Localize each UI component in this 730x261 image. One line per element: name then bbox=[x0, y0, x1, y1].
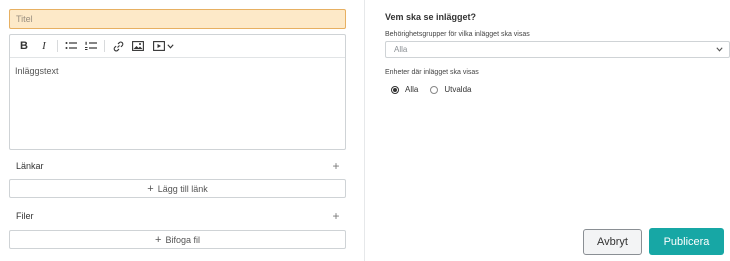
title-input[interactable]: Titel bbox=[9, 9, 346, 29]
bold-button[interactable]: B bbox=[14, 37, 34, 55]
italic-button[interactable]: I bbox=[34, 37, 54, 55]
bullet-list-button[interactable] bbox=[61, 37, 81, 55]
editor-toolbar: B I bbox=[10, 35, 345, 58]
italic-icon: I bbox=[42, 40, 46, 52]
units-radio-group: Alla Utvalda bbox=[385, 85, 730, 94]
radio-all[interactable]: Alla bbox=[391, 85, 418, 94]
chevron-down-icon bbox=[166, 43, 174, 49]
image-button[interactable] bbox=[128, 37, 148, 55]
groups-select[interactable]: Alla bbox=[385, 41, 730, 58]
rich-text-editor: B I Inläggstext bbox=[9, 34, 346, 150]
attach-file-label: Bifoga fil bbox=[165, 234, 200, 245]
plus-icon: + bbox=[155, 233, 162, 246]
link-icon bbox=[113, 41, 123, 51]
video-icon bbox=[152, 41, 165, 51]
bold-icon: B bbox=[20, 40, 28, 52]
toolbar-divider bbox=[104, 40, 105, 52]
audience-heading: Vem ska se inlägget? bbox=[385, 12, 477, 22]
plus-icon: + bbox=[147, 182, 154, 195]
add-file-plus-icon[interactable]: + bbox=[330, 209, 342, 223]
image-icon bbox=[132, 41, 144, 51]
units-label: Enheter där inlägget ska visas bbox=[385, 69, 479, 76]
radio-selected[interactable]: Utvalda bbox=[430, 85, 471, 94]
files-label: Filer bbox=[16, 211, 34, 221]
attach-file-button[interactable]: + Bifoga fil bbox=[9, 230, 346, 249]
radio-checked-icon bbox=[391, 85, 399, 94]
toolbar-divider bbox=[57, 40, 58, 52]
cancel-button[interactable]: Avbryt bbox=[583, 229, 642, 255]
publish-button[interactable]: Publicera bbox=[649, 228, 724, 255]
panel-divider bbox=[364, 0, 365, 261]
chevron-down-icon bbox=[716, 47, 723, 52]
audience-panel: Vem ska se inlägget? Behörighetsgrupper … bbox=[385, 9, 730, 94]
add-link-plus-icon[interactable]: + bbox=[330, 159, 342, 173]
link-button[interactable] bbox=[108, 37, 128, 55]
radio-unchecked-icon bbox=[430, 85, 439, 94]
links-label: Länkar bbox=[16, 161, 44, 171]
numbered-list-button[interactable] bbox=[81, 37, 101, 55]
add-link-button[interactable]: + Lägg till länk bbox=[9, 179, 346, 198]
add-link-label: Lägg till länk bbox=[157, 183, 208, 194]
media-button[interactable] bbox=[148, 37, 178, 55]
radio-selected-label: Utvalda bbox=[444, 85, 472, 94]
editor-placeholder: Inläggstext bbox=[15, 66, 59, 76]
editor-content-area[interactable]: Inläggstext bbox=[10, 58, 345, 84]
groups-label: Behörighetsgrupper för vilka inlägget sk… bbox=[385, 31, 530, 38]
files-section-header: Filer + bbox=[9, 205, 346, 227]
bullet-list-icon bbox=[65, 42, 77, 49]
post-editor-panel: Titel B I Inläggstext Länkar + + Lägg ti… bbox=[9, 9, 346, 249]
links-section-header: Länkar + bbox=[9, 155, 346, 177]
numbered-list-icon bbox=[85, 41, 97, 50]
groups-select-value: Alla bbox=[394, 45, 408, 54]
radio-all-label: Alla bbox=[405, 85, 419, 94]
